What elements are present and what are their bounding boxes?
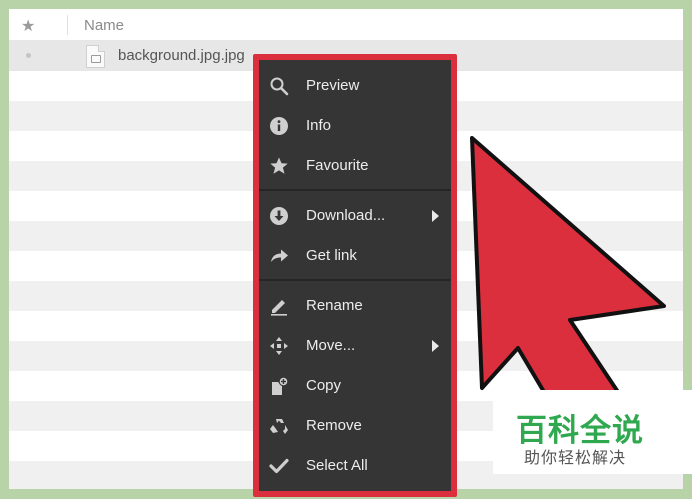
watermark-logo-subtitle: 助你轻松解决 (524, 448, 627, 467)
